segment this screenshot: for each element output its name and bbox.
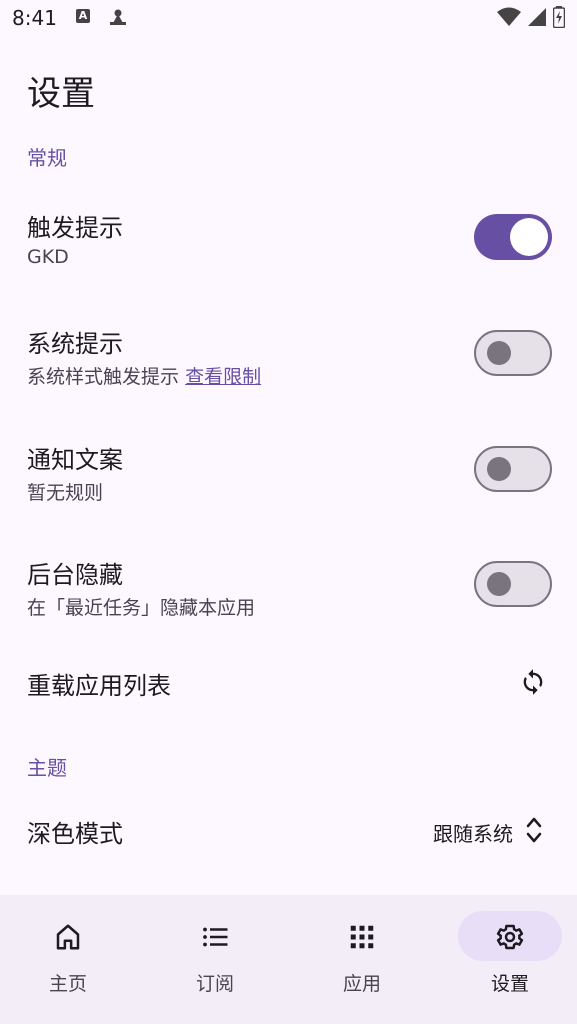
nav-item-apps[interactable]: 应用 [302,911,422,1011]
nav-label: 订阅 [195,973,234,995]
setting-row-bg-hide[interactable]: 后台隐藏 在「最近任务」隐藏本应用 [0,537,577,637]
refresh-icon[interactable] [519,668,547,696]
setting-subtitle-text: 系统样式触发提示 [27,366,180,388]
setting-title: 系统提示 [27,330,123,358]
nav-label: 设置 [490,973,529,995]
notify-text-toggle[interactable] [474,446,552,492]
signal-icon [528,8,546,26]
bg-hide-toggle[interactable] [474,561,552,607]
setting-subtitle: 在「最近任务」隐藏本应用 [27,597,256,619]
android-debug-icon [110,9,126,25]
wifi-icon [497,7,521,26]
trigger-hint-toggle[interactable] [474,214,552,260]
bottom-navigation: 主页 订阅 应用 设置 [0,895,577,1024]
status-icons [497,6,565,28]
nav-item-settings[interactable]: 设置 [450,911,570,1011]
setting-title: 触发提示 [27,214,123,242]
gear-icon [496,924,524,950]
setting-subtitle: 系统样式触发提示 查看限制 [27,362,261,389]
setting-row-trigger-hint[interactable]: 触发提示 GKD [0,190,577,290]
setting-row-dark-mode[interactable]: 深色模式 跟随系统 [0,800,577,862]
setting-subtitle: GKD [27,246,69,268]
dark-mode-value[interactable]: 跟随系统 [433,818,513,847]
setting-title: 重载应用列表 [27,672,171,700]
view-limits-link[interactable]: 查看限制 [185,366,261,388]
list-icon [203,927,228,947]
nav-label: 应用 [342,973,381,995]
setting-subtitle: 暂无规则 [27,482,104,504]
setting-title: 通知文案 [27,446,123,474]
unfold-icon[interactable] [525,814,543,846]
nav-label: 主页 [48,973,87,995]
status-time: 8:41 [12,6,57,30]
section-header-general: 常规 [27,146,67,170]
page-title: 设置 [27,74,95,114]
nav-item-home[interactable]: 主页 [8,911,128,1011]
setting-title: 后台隐藏 [27,561,123,589]
setting-title: 深色模式 [27,820,123,848]
apps-grid-icon [350,925,374,949]
home-icon [56,924,80,950]
nav-item-subscriptions[interactable]: 订阅 [155,911,275,1011]
status-bar: 8:41 A [0,0,577,36]
setting-row-system-hint[interactable]: 系统提示 系统样式触发提示 查看限制 [0,306,577,406]
battery-icon [553,6,565,28]
setting-row-notify-text[interactable]: 通知文案 暂无规则 [0,422,577,522]
system-hint-toggle[interactable] [474,330,552,376]
setting-row-reload-apps[interactable]: 重载应用列表 [0,652,577,714]
section-header-theme: 主题 [27,756,67,780]
notification-a-icon: A [76,9,90,23]
